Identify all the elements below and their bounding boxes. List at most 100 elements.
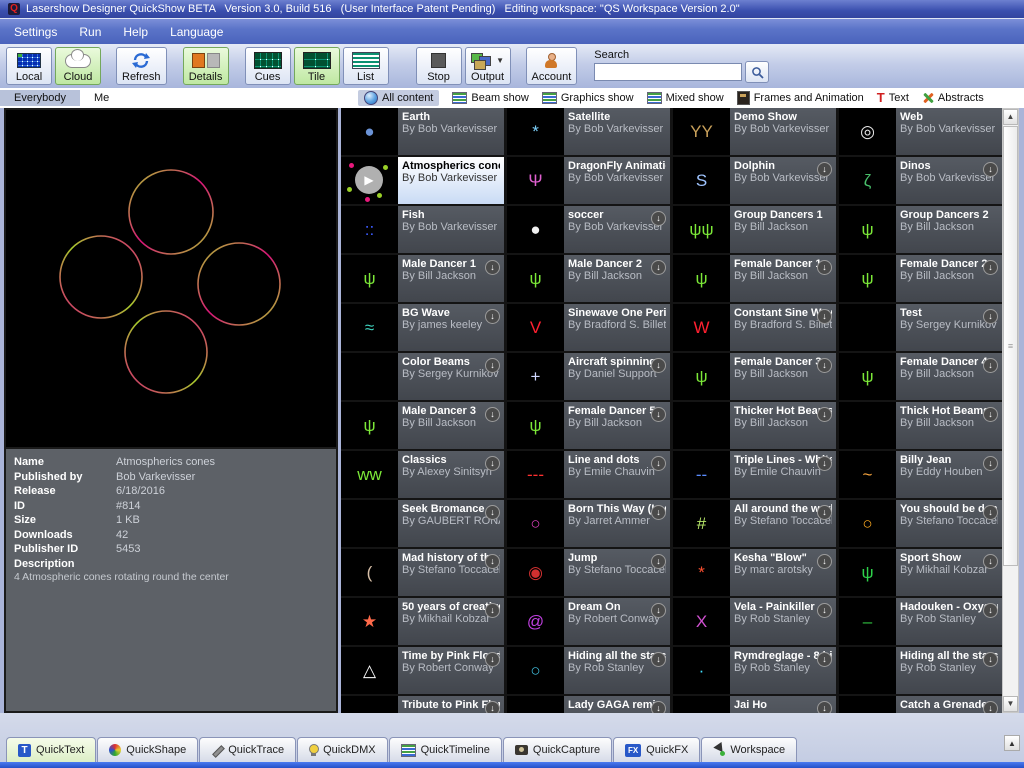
cloud-button[interactable]: Cloud — [55, 47, 101, 85]
grid-item[interactable]: --- Line and dots By Emile Chauvin ↓ — [507, 451, 670, 498]
account-button[interactable]: Account — [526, 47, 578, 85]
grid-item[interactable]: ψ Male Dancer 3 By Bill Jackson ↓ — [341, 402, 504, 449]
grid-item[interactable]: ψ Female Dancer 3 By Bill Jackson ↓ — [673, 353, 836, 400]
tab-quickfx[interactable]: FX QuickFX — [613, 737, 700, 762]
download-cloud-icon[interactable]: ↓ — [817, 505, 832, 520]
grid-item[interactable]: V Sinewave One Period By Bradford S. Bil… — [507, 304, 670, 351]
grid-item[interactable]: ● soccer By Bob Varkevisser ↓ — [507, 206, 670, 253]
category-frames-animation[interactable]: Frames and Animation — [737, 91, 864, 105]
download-cloud-icon[interactable]: ↓ — [983, 603, 998, 618]
grid-scrollbar[interactable]: ▲ ≡ ▼ — [1002, 108, 1019, 713]
download-cloud-icon[interactable]: ↓ — [817, 309, 832, 324]
download-cloud-icon[interactable]: ↓ — [651, 260, 666, 275]
download-cloud-icon[interactable]: ↓ — [485, 652, 500, 667]
grid-item[interactable]: W Constant Sine Wave By Bradford S. Bill… — [673, 304, 836, 351]
grid-item[interactable]: ○ Hiding all the stars By Rob Stanley ↓ — [507, 647, 670, 694]
download-cloud-icon[interactable]: ↓ — [485, 603, 500, 618]
local-button[interactable]: Local — [6, 47, 52, 85]
download-cloud-icon[interactable]: ↓ — [485, 358, 500, 373]
grid-item[interactable]: ψ Female Dancer 5 By Bill Jackson ↓ — [507, 402, 670, 449]
download-cloud-icon[interactable]: ↓ — [983, 407, 998, 422]
tab-quickshape[interactable]: QuickShape — [97, 737, 198, 762]
grid-item[interactable]: ▶ Atmospherics cones By Bob Varkevisser — [341, 157, 504, 204]
download-cloud-icon[interactable]: ↓ — [817, 554, 832, 569]
grid-item[interactable]: ψ Female Dancer 2 By Bill Jackson ↓ — [839, 255, 1002, 302]
download-cloud-icon[interactable]: ↓ — [485, 407, 500, 422]
download-cloud-icon[interactable]: ↓ — [485, 554, 500, 569]
download-cloud-icon[interactable]: ↓ — [485, 309, 500, 324]
download-cloud-icon[interactable]: ↓ — [485, 456, 500, 471]
tab-quicktext[interactable]: T QuickText — [6, 737, 96, 762]
category-text[interactable]: T Text — [877, 92, 909, 104]
download-cloud-icon[interactable]: ↓ — [983, 162, 998, 177]
category-beam-show[interactable]: Beam show — [452, 92, 528, 104]
grid-item[interactable]: Thicker Hot Beams By Bill Jackson ↓ — [673, 402, 836, 449]
grid-item[interactable]: @ Dream On By Robert Conway ↓ — [507, 598, 670, 645]
download-cloud-icon[interactable]: ↓ — [817, 701, 832, 713]
grid-item[interactable]: ψ Male Dancer 2 By Bill Jackson ↓ — [507, 255, 670, 302]
download-cloud-icon[interactable]: ↓ — [983, 652, 998, 667]
grid-item[interactable]: # All around the world... By Stefano Toc… — [673, 500, 836, 547]
menu-run[interactable]: Run — [79, 25, 101, 39]
grid-item[interactable]: ● Earth By Bob Varkevisser — [341, 108, 504, 155]
download-cloud-icon[interactable]: ↓ — [485, 260, 500, 275]
tile-button[interactable]: Tile — [294, 47, 340, 85]
grid-item[interactable]: ψ Female Dancer 4 By Bill Jackson ↓ — [839, 353, 1002, 400]
output-dropdown-icon[interactable]: ▼ — [496, 56, 504, 65]
grid-item[interactable]: ψ Sport Show By Mikhail Kobzar ↓ — [839, 549, 1002, 596]
grid-item[interactable]: ψ Male Dancer 1 By Bill Jackson ↓ — [341, 255, 504, 302]
grid-item[interactable]: YY Demo Show By Bob Varkevisser — [673, 108, 836, 155]
grid-item[interactable]: ◎ Web By Bob Varkevisser — [839, 108, 1002, 155]
grid-item[interactable]: – Hadouken - Oxygen... By Rob Stanley ↓ — [839, 598, 1002, 645]
category-all-content[interactable]: All content — [358, 90, 439, 106]
grid-item[interactable]: Hiding all the stars By Rob Stanley ↓ — [839, 647, 1002, 694]
tab-quicktrace[interactable]: QuickTrace — [199, 737, 296, 762]
grid-item[interactable]: Thick Hot Beams By Bill Jackson ↓ — [839, 402, 1002, 449]
search-input[interactable] — [594, 63, 742, 81]
grid-item[interactable]: Lady GAGA remix ↓ — [507, 696, 670, 713]
grid-item[interactable]: · Rymdreglage - 8 bit... By Rob Stanley … — [673, 647, 836, 694]
download-cloud-icon[interactable]: ↓ — [651, 505, 666, 520]
grid-item[interactable]: ( Mad history of the w... By Stefano Toc… — [341, 549, 504, 596]
category-abstracts[interactable]: Abstracts — [922, 92, 984, 104]
grid-item[interactable]: ψψ Group Dancers 1 By Bill Jackson — [673, 206, 836, 253]
download-cloud-icon[interactable]: ↓ — [485, 701, 500, 713]
panel-scroll-up-button[interactable]: ▲ — [1004, 735, 1020, 751]
menu-language[interactable]: Language — [170, 25, 223, 39]
download-cloud-icon[interactable]: ↓ — [817, 603, 832, 618]
grid-item[interactable]: ★ 50 years of creative... By Mikhail Kob… — [341, 598, 504, 645]
category-graphics-show[interactable]: Graphics show — [542, 92, 634, 104]
grid-item[interactable]: ○ You should be danci... By Stefano Tocc… — [839, 500, 1002, 547]
stop-button[interactable]: Stop — [416, 47, 462, 85]
menu-settings[interactable]: Settings — [14, 25, 57, 39]
download-cloud-icon[interactable]: ↓ — [983, 456, 998, 471]
output-button[interactable]: ▼ Output — [465, 47, 511, 85]
download-cloud-icon[interactable]: ↓ — [651, 211, 666, 226]
grid-item[interactable]: ψ Group Dancers 2 By Bill Jackson — [839, 206, 1002, 253]
category-mixed-show[interactable]: Mixed show — [647, 92, 724, 104]
download-cloud-icon[interactable]: ↓ — [817, 358, 832, 373]
menu-help[interactable]: Help — [123, 25, 148, 39]
download-cloud-icon[interactable]: ↓ — [651, 407, 666, 422]
list-button[interactable]: List — [343, 47, 389, 85]
download-cloud-icon[interactable]: ↓ — [983, 309, 998, 324]
download-cloud-icon[interactable]: ↓ — [983, 505, 998, 520]
download-cloud-icon[interactable]: ↓ — [983, 358, 998, 373]
grid-item[interactable]: Ψ DragonFly Animation By Bob Varkevisser — [507, 157, 670, 204]
download-cloud-icon[interactable]: ↓ — [651, 701, 666, 713]
grid-item[interactable]: ◉ Jump By Stefano Toccaceli ↓ — [507, 549, 670, 596]
grid-item[interactable]: * Kesha "Blow" By marc arotsky ↓ — [673, 549, 836, 596]
tab-workspace[interactable]: Workspace — [701, 737, 797, 762]
grid-item[interactable]: + Aircraft spinning By Daniel Support ↓ — [507, 353, 670, 400]
download-cloud-icon[interactable]: ↓ — [651, 603, 666, 618]
tab-quickdmx[interactable]: QuickDMX — [297, 737, 388, 762]
grid-item[interactable]: ○ Catch a Grenade ↓ — [839, 696, 1002, 713]
search-button[interactable] — [745, 61, 769, 83]
grid-item[interactable]: △ Time by Pink Floyd By Robert Conway ↓ — [341, 647, 504, 694]
download-cloud-icon[interactable]: ↓ — [817, 652, 832, 667]
download-cloud-icon[interactable]: ↓ — [983, 260, 998, 275]
grid-item[interactable]: X Vela - Painkiller By Rob Stanley ↓ — [673, 598, 836, 645]
grid-item[interactable]: :: Fish By Bob Varkevisser — [341, 206, 504, 253]
download-cloud-icon[interactable]: ↓ — [485, 505, 500, 520]
download-cloud-icon[interactable]: ↓ — [983, 701, 998, 713]
